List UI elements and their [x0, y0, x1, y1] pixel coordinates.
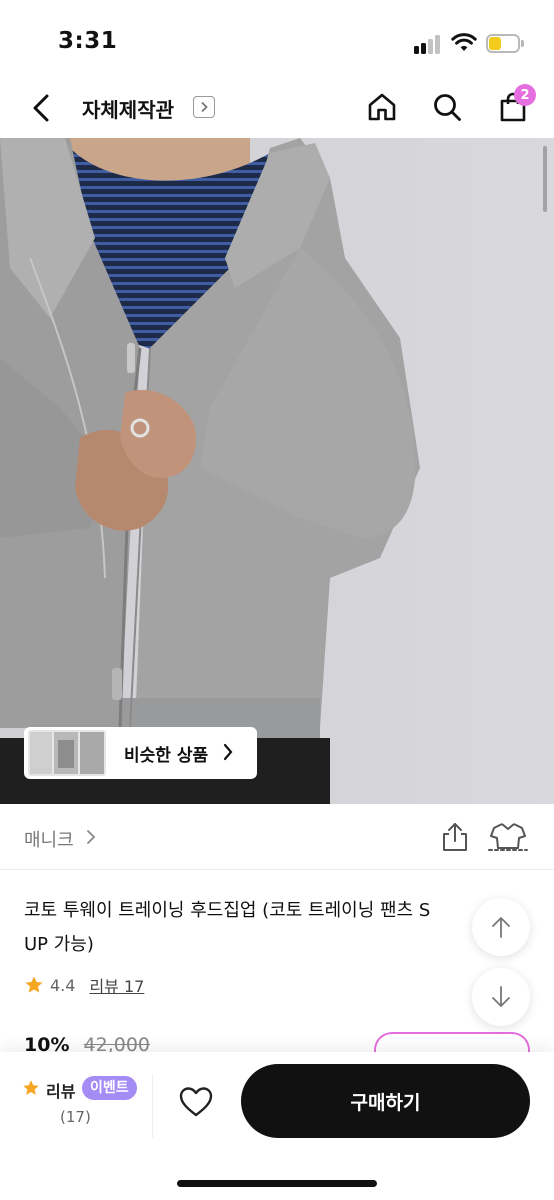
- wifi-icon: [451, 33, 477, 53]
- cellular-signal-icon: [414, 34, 444, 54]
- product-image[interactable]: [0, 138, 554, 804]
- share-button[interactable]: [438, 820, 472, 854]
- scroll-up-button[interactable]: [472, 898, 530, 956]
- search-icon: [434, 94, 461, 121]
- scroll-indicator: [543, 146, 547, 212]
- clothes-hanger-icon: [488, 823, 528, 851]
- chevron-right-icon[interactable]: [193, 96, 215, 118]
- home-button[interactable]: [363, 88, 401, 126]
- buy-button[interactable]: 구매하기: [241, 1064, 530, 1138]
- star-icon: [25, 976, 43, 993]
- search-button[interactable]: [428, 88, 466, 126]
- rating-row: 4.4 리뷰 17: [24, 974, 144, 996]
- product-title: 코토 투웨이 트레이닝 후드집업 (코토 트레이닝 팬츠 S UP 가능): [24, 894, 524, 962]
- similar-products-label: 비슷한 상품: [124, 746, 209, 766]
- chevron-right-icon: [223, 743, 233, 761]
- chevron-right-icon[interactable]: [86, 829, 96, 845]
- star-icon: [23, 1080, 39, 1095]
- scroll-down-button[interactable]: [472, 968, 530, 1026]
- rating-value: 4.4: [50, 975, 76, 995]
- back-button[interactable]: [24, 90, 58, 126]
- review-event-button[interactable]: 리뷰 이벤트 (17): [22, 1076, 142, 1136]
- wishlist-button[interactable]: [176, 1082, 216, 1122]
- chevron-left-icon: [33, 94, 49, 122]
- arrow-down-icon: [492, 986, 510, 1007]
- review-count: (17): [60, 1108, 91, 1126]
- battery-icon: [486, 34, 524, 53]
- similar-products-thumbnail: [28, 730, 106, 776]
- nav-bar: 자체제작관: [0, 80, 554, 138]
- divider: [152, 1074, 153, 1138]
- fitting-button[interactable]: [488, 820, 528, 854]
- share-icon: [443, 823, 467, 851]
- price-row: 10% 42,000: [24, 1034, 150, 1054]
- discount-rate: 10%: [24, 1034, 70, 1054]
- bottom-action-bar: 리뷰 이벤트 (17) 구매하기: [0, 1052, 554, 1200]
- event-badge: 이벤트: [82, 1076, 137, 1100]
- original-price: 42,000: [83, 1034, 151, 1054]
- product-title-line2: UP 가능): [24, 934, 94, 955]
- brand-name[interactable]: 매니크: [24, 826, 74, 852]
- review-label: 리뷰: [46, 1082, 76, 1101]
- product-title-line1: 코토 투웨이 트레이닝 후드집업 (코토 트레이닝 팬츠 S: [24, 900, 431, 921]
- store-title[interactable]: 자체제작관: [82, 94, 174, 123]
- cart-count-badge: 2: [514, 84, 536, 106]
- status-time: 3:31: [58, 28, 118, 54]
- heart-icon: [179, 1087, 213, 1117]
- status-bar: 3:31: [0, 0, 554, 80]
- home-indicator: [177, 1180, 377, 1187]
- review-link[interactable]: 리뷰 17: [89, 973, 144, 997]
- arrow-up-icon: [492, 917, 510, 938]
- brand-row: 매니크: [0, 804, 554, 870]
- home-icon: [368, 93, 396, 121]
- similar-products-button[interactable]: 비슷한 상품: [24, 727, 257, 779]
